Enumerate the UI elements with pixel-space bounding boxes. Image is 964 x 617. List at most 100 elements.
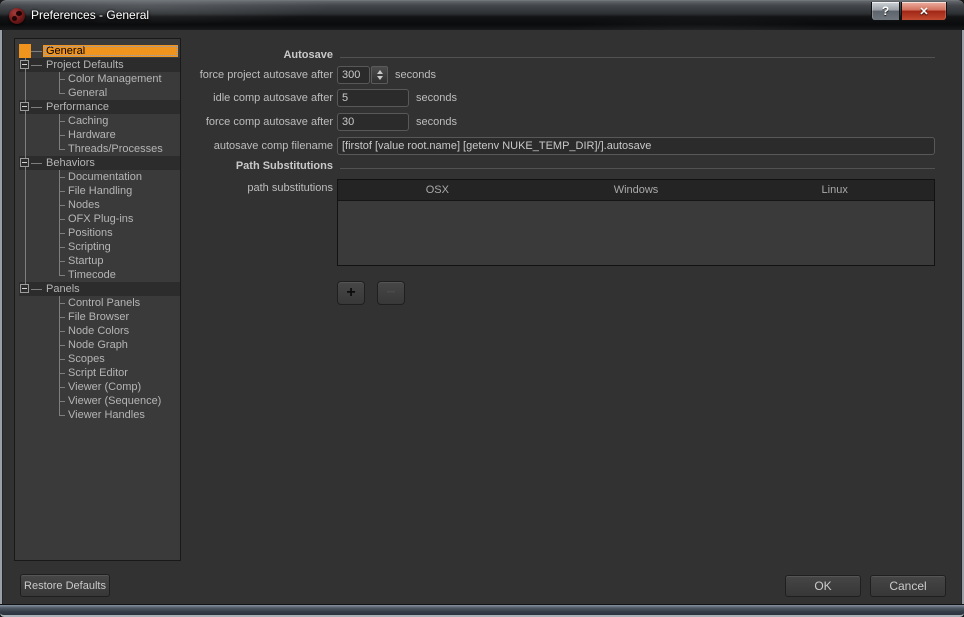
column-header-osx: OSX — [338, 180, 537, 200]
tree-item-startup[interactable]: Startup — [19, 254, 180, 268]
tree-connector — [53, 380, 65, 394]
tree-connector — [53, 408, 65, 422]
tree-item-scopes[interactable]: Scopes — [19, 352, 180, 366]
tree-indent — [19, 408, 31, 422]
tree-indent — [19, 310, 31, 324]
tree-item-label: File Browser — [65, 311, 132, 323]
tree-item-label: Panels — [43, 283, 83, 295]
force-project-autosave-label: force project autosave after — [3, 69, 333, 81]
tree-connector — [53, 296, 65, 310]
tree-item-file-browser[interactable]: File Browser — [19, 310, 180, 324]
column-header-linux: Linux — [735, 180, 934, 200]
tree-item-label: Scopes — [65, 353, 108, 365]
tree-connector — [53, 310, 65, 324]
tree-item-label: Viewer (Comp) — [65, 381, 144, 393]
spin-down-icon[interactable] — [377, 76, 383, 80]
window-border-left — [0, 30, 3, 607]
tree-indent — [19, 198, 31, 212]
tree-item-label: Viewer (Sequence) — [65, 395, 164, 407]
autosave-filename-input[interactable] — [337, 137, 935, 155]
autosave-section-title: Autosave — [3, 49, 333, 61]
tree-item-viewer-sequence[interactable]: Viewer (Sequence) — [19, 394, 180, 408]
tree-indent — [19, 268, 31, 282]
tree-connector — [53, 324, 65, 338]
caption-buttons: ? ✕ — [871, 2, 947, 21]
tree-item-control-panels[interactable]: Control Panels — [19, 296, 180, 310]
tree-indent — [19, 380, 31, 394]
window-title: Preferences - General — [31, 8, 149, 22]
tree-item-viewer-comp[interactable]: Viewer (Comp) — [19, 380, 180, 394]
restore-defaults-button[interactable]: Restore Defaults — [20, 574, 110, 597]
tree-connector — [53, 394, 65, 408]
path-substitutions-section-title: Path Substitutions — [3, 160, 333, 172]
tree-connector — [31, 282, 43, 296]
tree-item-ofx-plug-ins[interactable]: OFX Plug-ins — [19, 212, 180, 226]
help-button[interactable]: ? — [871, 2, 900, 21]
tree-connector — [53, 226, 65, 240]
tree-item-scripting[interactable]: Scripting — [19, 240, 180, 254]
tree-item-label: OFX Plug-ins — [65, 213, 136, 225]
tree-item-label: Viewer Handles — [65, 409, 148, 421]
tree-item-node-colors[interactable]: Node Colors — [19, 324, 180, 338]
path-substitutions-label: path substitutions — [3, 182, 333, 194]
collapse-toggle-icon[interactable] — [20, 60, 29, 69]
idle-comp-autosave-label: idle comp autosave after — [3, 92, 333, 104]
close-button[interactable]: ✕ — [901, 2, 947, 21]
remove-row-button[interactable]: − — [377, 281, 405, 305]
screen: Preferences - General ? ✕ GeneralProject… — [0, 0, 964, 617]
tree-indent — [19, 352, 31, 366]
tree-item-label: Startup — [65, 255, 106, 267]
tree-item-label: Script Editor — [65, 367, 131, 379]
tree-connector — [53, 212, 65, 226]
spin-up-icon[interactable] — [377, 70, 383, 74]
ok-button[interactable]: OK — [785, 575, 861, 597]
tree-connector — [53, 198, 65, 212]
tree-item-label: Timecode — [65, 269, 119, 281]
tree-connector — [53, 366, 65, 380]
tree-item-label: Node Colors — [65, 325, 132, 337]
tree-indent — [19, 254, 31, 268]
tree-indent — [19, 338, 31, 352]
tree-item-viewer-handles[interactable]: Viewer Handles — [19, 408, 180, 422]
collapse-toggle-icon[interactable] — [20, 284, 29, 293]
force-comp-autosave-input[interactable] — [337, 113, 409, 131]
tree-item-label: Positions — [65, 227, 116, 239]
tree-indent — [19, 282, 31, 296]
section-rule — [340, 168, 935, 169]
tree-item-positions[interactable]: Positions — [19, 226, 180, 240]
tree-item-timecode[interactable]: Timecode — [19, 268, 180, 282]
tree-indent — [19, 212, 31, 226]
path-substitutions-header-row: OSX Windows Linux — [338, 180, 934, 201]
tree-item-script-editor[interactable]: Script Editor — [19, 366, 180, 380]
titlebar[interactable]: Preferences - General ? ✕ — [0, 0, 964, 30]
idle-comp-autosave-input[interactable] — [337, 89, 409, 107]
seconds-suffix: seconds — [395, 69, 436, 81]
tree-item-label: Scripting — [65, 241, 114, 253]
tree-connector — [53, 240, 65, 254]
add-row-button[interactable]: + — [337, 281, 365, 305]
tree-item-node-graph[interactable]: Node Graph — [19, 338, 180, 352]
force-project-autosave-input[interactable] — [337, 66, 370, 84]
force-project-autosave-stepper[interactable] — [371, 66, 388, 84]
preferences-window: Preferences - General ? ✕ GeneralProject… — [0, 0, 964, 617]
tree-connector — [53, 268, 65, 282]
dialog-content: GeneralProject DefaultsColor ManagementG… — [3, 30, 961, 607]
path-substitutions-table[interactable]: OSX Windows Linux — [337, 179, 935, 266]
seconds-suffix: seconds — [416, 92, 457, 104]
nuke-logo-icon — [9, 8, 25, 24]
tree-item-panels[interactable]: Panels — [19, 282, 180, 296]
cancel-button[interactable]: Cancel — [870, 575, 946, 597]
window-border-bottom — [0, 604, 964, 617]
seconds-suffix: seconds — [416, 116, 457, 128]
tree-indent — [19, 324, 31, 338]
tree-connector — [53, 352, 65, 366]
autosave-filename-label: autosave comp filename — [3, 140, 333, 152]
tree-item-label: Control Panels — [65, 297, 143, 309]
tree-indent — [19, 366, 31, 380]
tree-indent — [19, 226, 31, 240]
tree-indent — [19, 394, 31, 408]
column-header-windows: Windows — [537, 180, 736, 200]
tree-item-nodes[interactable]: Nodes — [19, 198, 180, 212]
tree-indent — [19, 240, 31, 254]
force-comp-autosave-label: force comp autosave after — [3, 116, 333, 128]
